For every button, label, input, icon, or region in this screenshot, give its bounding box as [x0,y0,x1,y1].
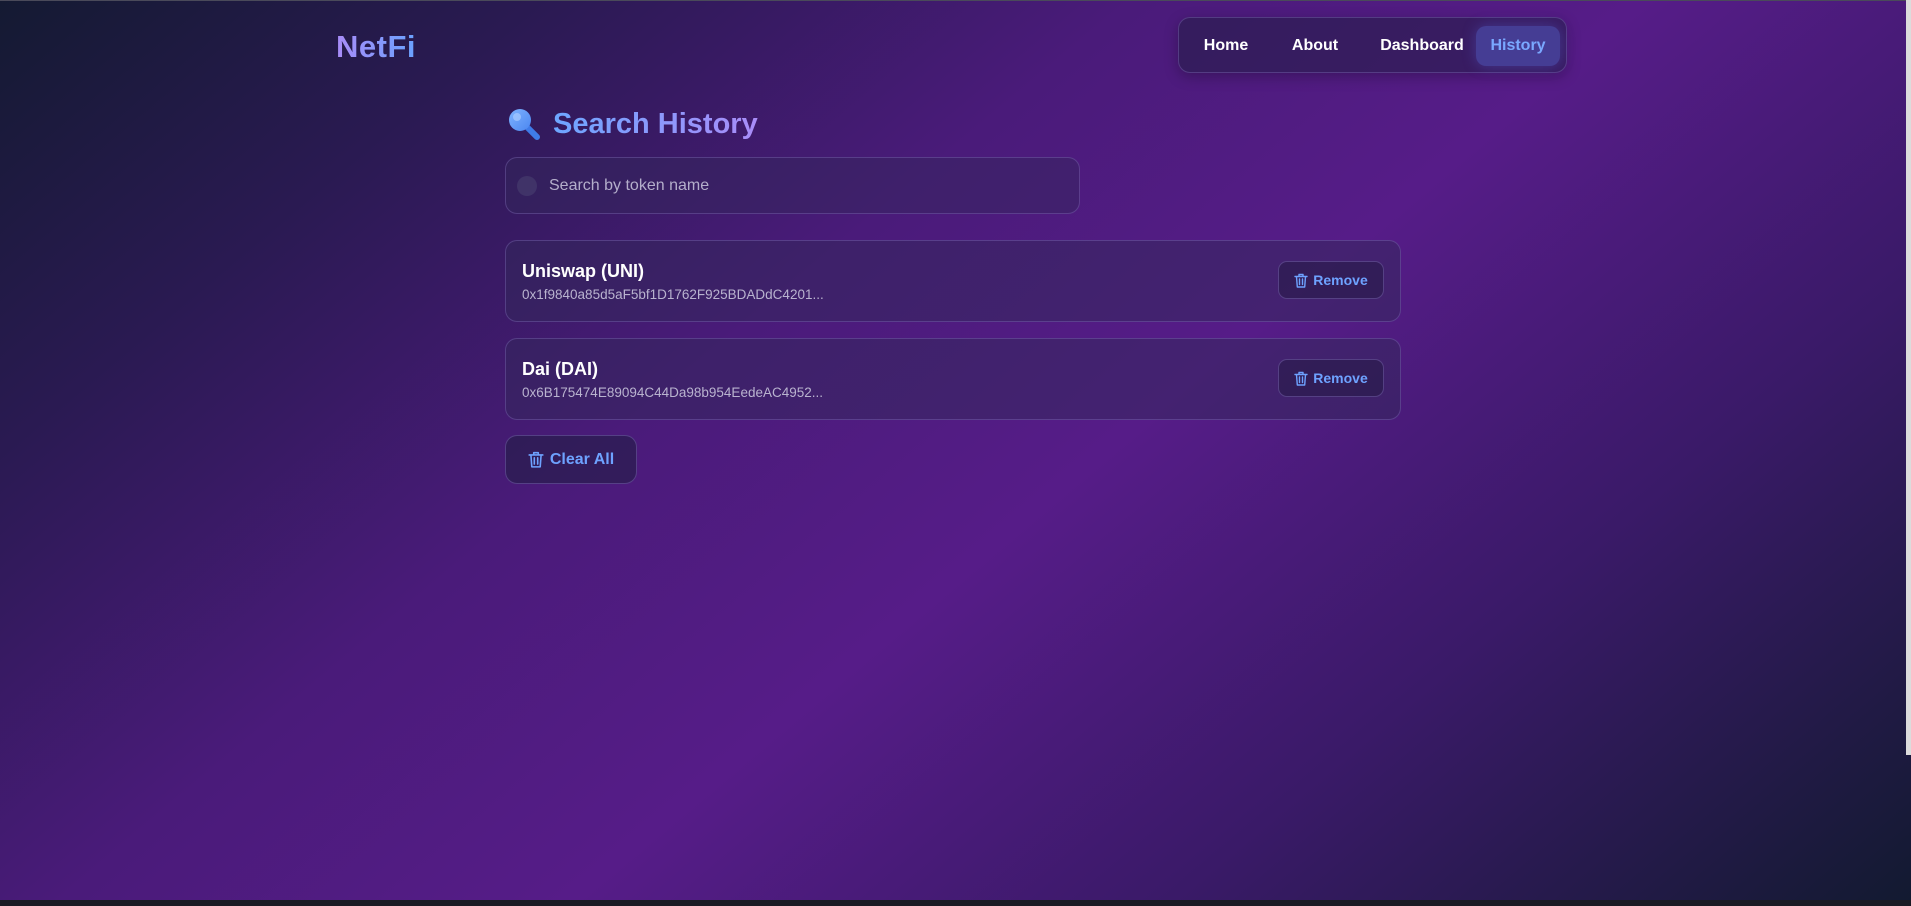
nav-item-history[interactable]: History [1476,26,1560,66]
page-title-text: Search History [553,107,758,140]
token-address: 0x1f9840a85d5aF5bf1D1762F925BDADdC4201..… [522,287,824,302]
remove-button-label: Remove [1313,272,1368,288]
window-bottom-edge [0,900,1911,906]
scrollbar[interactable] [1906,0,1911,755]
trash-icon [1294,371,1308,386]
magnifier-icon [509,109,540,140]
remove-button[interactable]: Remove [1278,261,1384,299]
list-item: Dai (DAI) 0x6B175474E89094C44Da98b954Eed… [505,338,1401,420]
token-name: Dai (DAI) [522,359,598,379]
nav-item-dashboard[interactable]: Dashboard [1369,26,1475,66]
list-item: Uniswap (UNI) 0x1f9840a85d5aF5bf1D1762F9… [505,240,1401,322]
logo[interactable]: NetFi [336,29,416,65]
window-top-border [0,0,1911,1]
token-address: 0x6B175474E89094C44Da98b954EedeAC4952... [522,385,824,400]
token-name: Uniswap (UNI) [522,261,645,281]
trash-icon [1294,273,1308,288]
nav-item-about[interactable]: About [1277,26,1353,66]
remove-button[interactable]: Remove [1278,359,1384,397]
nav-item-home[interactable]: Home [1190,26,1262,66]
top-nav: Home About Dashboard History [1178,17,1567,73]
search-box[interactable] [505,157,1080,214]
search-icon [517,175,537,196]
page-title: Search History [507,104,758,144]
search-input[interactable] [547,175,1079,196]
clear-all-label: Clear All [549,450,615,468]
clear-all-button[interactable]: Clear All [505,435,637,484]
trash-icon [528,451,544,468]
remove-button-label: Remove [1313,370,1368,386]
